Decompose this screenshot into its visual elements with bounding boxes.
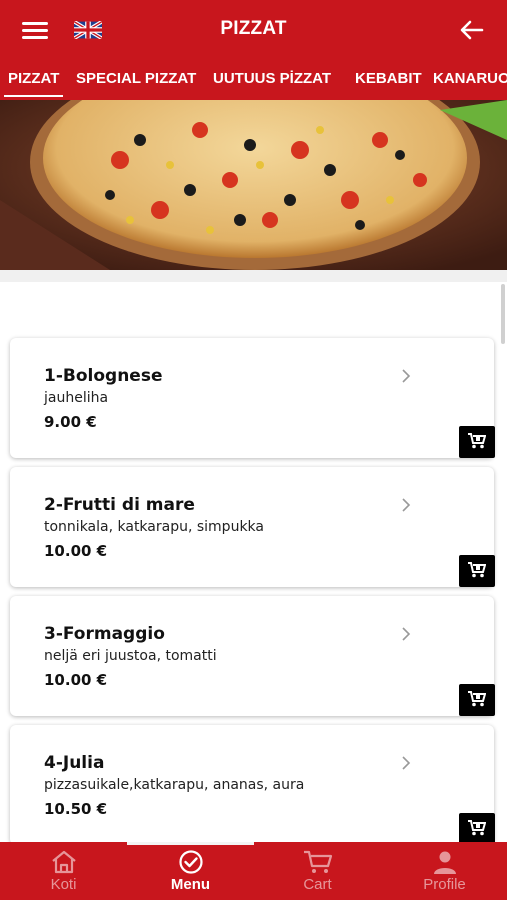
nav-label: Menu	[170, 876, 211, 893]
nav-label: Profile	[423, 876, 466, 893]
scrollbar[interactable]	[501, 284, 505, 344]
person-icon	[433, 851, 456, 874]
product-price: 10.50 €	[44, 800, 108, 818]
app-header: PIZZAT	[0, 0, 507, 60]
product-description: tonnikala, katkarapu, simpukka	[44, 519, 264, 535]
cart-icon	[468, 433, 486, 449]
product-price: 10.00 €	[44, 542, 108, 560]
product-card[interactable]: 4-Julia pizzasuikale,katkarapu, ananas, …	[10, 725, 495, 842]
tab-kanaruoat[interactable]: KANARUOAT	[433, 60, 507, 100]
product-card[interactable]: 2-Frutti di mare tonnikala, katkarapu, s…	[10, 467, 495, 587]
product-card[interactable]: 3-Formaggio neljä eri juustoa, tomatti 1…	[10, 596, 495, 716]
add-to-cart-button[interactable]	[459, 555, 495, 587]
home-icon	[51, 850, 76, 874]
product-name: 3-Formaggio	[44, 624, 165, 644]
product-name: 4-Julia	[44, 753, 105, 773]
chevron-right-icon	[402, 756, 411, 770]
list-top-spacer	[0, 270, 507, 282]
category-tabs: PIZZAT SPECIAL PIZZAT UUTUUS PİZZAT KEBA…	[0, 60, 507, 100]
tab-special-pizzat[interactable]: SPECIAL PIZZAT	[76, 60, 196, 100]
tab-uutuus-pizzat[interactable]: UUTUUS PİZZAT	[213, 60, 331, 100]
cart-icon	[468, 820, 486, 836]
product-description: neljä eri juustoa, tomatti	[44, 648, 217, 664]
nav-koti[interactable]: Koti	[0, 842, 127, 900]
product-card[interactable]: 1-Bolognese jauheliha 9.00 €	[10, 338, 495, 458]
product-description: jauheliha	[44, 390, 109, 406]
cart-icon	[303, 850, 332, 873]
arrow-left-icon[interactable]	[460, 20, 484, 40]
nav-menu[interactable]: Menu	[127, 842, 254, 900]
pizza-banner-image	[0, 100, 507, 270]
cart-icon	[468, 562, 486, 578]
tab-pizzat[interactable]: PIZZAT	[3, 60, 64, 100]
product-list[interactable]: 1-Bolognese jauheliha 9.00 € 2-Frutti di…	[0, 270, 507, 842]
product-price: 10.00 €	[44, 671, 108, 689]
chevron-right-icon	[402, 498, 411, 512]
chevron-right-icon	[402, 369, 411, 383]
chevron-right-icon	[402, 627, 411, 641]
nav-cart[interactable]: Cart	[254, 842, 381, 900]
page-title: PIZZAT	[220, 18, 287, 39]
nav-label: Koti	[50, 876, 77, 893]
product-price: 9.00 €	[44, 413, 97, 431]
add-to-cart-button[interactable]	[459, 426, 495, 458]
add-to-cart-button[interactable]	[459, 684, 495, 716]
tab-kebabit[interactable]: KEBABIT	[355, 60, 422, 100]
product-name: 1-Bolognese	[44, 366, 163, 386]
product-name: 2-Frutti di mare	[44, 495, 195, 515]
nav-label: Cart	[303, 876, 332, 893]
check-circle-icon	[178, 850, 203, 874]
nav-profile[interactable]: Profile	[381, 842, 507, 900]
bottom-navigation: Koti Menu Cart Profile	[0, 842, 507, 900]
product-description: pizzasuikale,katkarapu, ananas, aura	[44, 777, 305, 793]
add-to-cart-button[interactable]	[459, 813, 495, 842]
cart-icon	[468, 691, 486, 707]
